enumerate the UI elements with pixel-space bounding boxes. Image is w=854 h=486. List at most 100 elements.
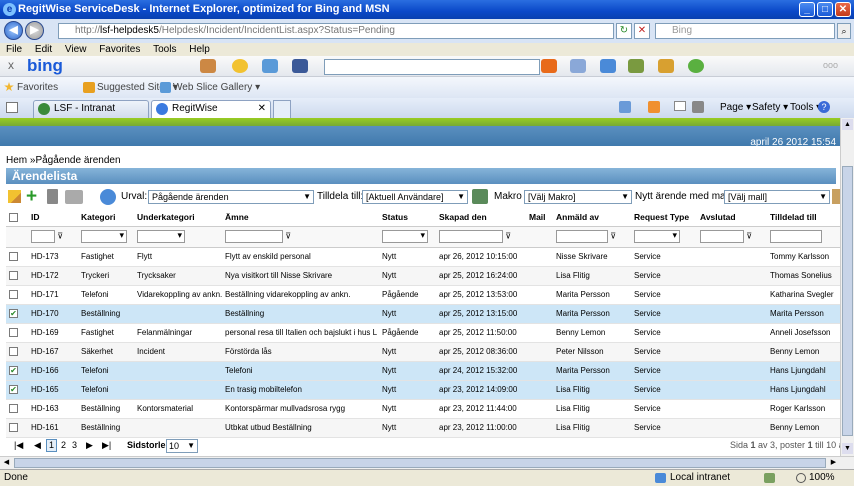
filter-icon[interactable]: ⊽ — [746, 232, 752, 241]
maps-icon[interactable] — [200, 59, 216, 73]
mall-select[interactable]: [Välj mall] ▼ — [724, 190, 830, 204]
facebook-icon[interactable] — [292, 59, 308, 73]
makro-select[interactable]: [Välj Makro] ▼ — [524, 190, 632, 204]
filter-icon[interactable]: ⊽ — [285, 232, 291, 241]
table-row[interactable]: HD-169 Fastighet Felanmälningar personal re… — [6, 323, 840, 343]
filter-request-dropdown[interactable] — [634, 230, 680, 243]
refresh-icon[interactable]: ↻ — [616, 23, 632, 39]
page-1-link[interactable]: 1 — [46, 439, 57, 452]
filter-amne-input[interactable] — [225, 230, 283, 243]
menu-favorites[interactable]: Favorites — [99, 44, 140, 55]
row-checkbox[interactable] — [9, 271, 18, 281]
header-mail[interactable]: Mail — [526, 208, 553, 227]
header-avslutad[interactable]: Avslutad — [697, 208, 767, 227]
table-row[interactable]: HD-173 Fastighet Flytt Flytt av enskild per… — [6, 247, 840, 267]
header-kategori[interactable]: Kategori — [78, 208, 134, 227]
filter-icon[interactable]: ⊽ — [505, 232, 511, 241]
table-row[interactable]: HD-171 Telefoni Vidarekoppling av ankn. Bes… — [6, 285, 840, 305]
print-list-icon[interactable] — [65, 190, 83, 204]
games-icon[interactable] — [628, 59, 644, 73]
table-row[interactable]: HD-172 Tryckeri Trycksaker Nya visitkort ti… — [6, 266, 840, 286]
like-icon[interactable] — [570, 59, 586, 73]
news-icon[interactable] — [658, 59, 674, 73]
filter-icon[interactable]: ⊽ — [610, 232, 616, 241]
filter-skapad-input[interactable] — [439, 230, 503, 243]
page-3-link[interactable]: 3 — [72, 435, 77, 456]
row-checkbox[interactable]: ✔ — [9, 385, 18, 395]
close-tab-icon[interactable]: ✕ — [258, 101, 266, 117]
search-icon[interactable]: ⌕ — [837, 23, 851, 39]
last-page-icon[interactable]: ▶| — [102, 435, 111, 456]
breadcrumb[interactable]: Hem »Pågående ärenden — [6, 155, 121, 166]
first-page-icon[interactable]: |◀ — [14, 435, 23, 456]
table-row[interactable]: ✔ HD-170 Beställning Beställning Nytt apr 25,… — [6, 304, 840, 324]
bing-search-box[interactable] — [324, 59, 540, 75]
header-anmald[interactable]: Anmäld av — [553, 208, 631, 227]
scroll-left-icon[interactable]: ◀ — [1, 457, 12, 468]
header-underkategori[interactable]: Underkategori — [134, 208, 222, 227]
people-icon[interactable] — [688, 59, 704, 73]
page-menu[interactable]: Page ▾ — [720, 102, 751, 113]
address-bar[interactable]: http://lsf-helpdesk5/Helpdesk/Incident/I… — [58, 23, 614, 39]
messenger-icon[interactable] — [600, 59, 616, 73]
quick-tabs-icon[interactable] — [6, 102, 18, 113]
row-checkbox[interactable] — [9, 347, 18, 357]
feeds-icon[interactable] — [648, 101, 660, 113]
add-icon[interactable]: + — [26, 186, 37, 208]
table-row[interactable]: HD-167 Säkerhet Incident Förstörda lås Nytt a… — [6, 342, 840, 362]
back-button[interactable]: ◀ — [4, 21, 23, 40]
select-all-header[interactable] — [6, 208, 28, 227]
page-size-select[interactable]: 10 ▼ — [166, 439, 198, 453]
filter-anmald-input[interactable] — [556, 230, 608, 243]
table-row[interactable]: HD-163 Beställning Kontorsmaterial Kontorsp… — [6, 399, 840, 419]
maximize-button[interactable]: □ — [817, 2, 833, 17]
scroll-down-icon[interactable]: ▼ — [842, 443, 853, 454]
protected-mode-icon[interactable] — [764, 473, 775, 483]
filter-tilldelad-input[interactable] — [770, 230, 822, 243]
row-checkbox[interactable] — [9, 252, 18, 262]
header-status[interactable]: Status — [379, 208, 436, 227]
minimize-button[interactable]: _ — [799, 2, 815, 17]
header-request-type[interactable]: Request Type — [631, 208, 697, 227]
scroll-right-icon[interactable]: ▶ — [828, 457, 839, 468]
home-icon[interactable] — [619, 101, 631, 113]
menu-view[interactable]: View — [65, 44, 87, 55]
urval-select[interactable]: Pågående ärenden ▼ — [148, 190, 314, 204]
header-amne[interactable]: Ämne — [222, 208, 379, 227]
row-checkbox[interactable] — [9, 423, 18, 433]
new-tab-button[interactable] — [273, 100, 291, 118]
filter-id-input[interactable] — [31, 230, 55, 243]
tools-menu[interactable]: Tools ▾ — [790, 102, 821, 113]
weather-icon[interactable] — [232, 59, 248, 73]
menu-file[interactable]: File — [6, 44, 22, 55]
header-skapad[interactable]: Skapad den — [436, 208, 526, 227]
scroll-up-icon[interactable]: ▲ — [842, 119, 853, 130]
tilldela-select[interactable]: [Aktuell Användare] ▼ — [362, 190, 468, 204]
header-id[interactable]: ID — [28, 208, 78, 227]
filter-icon[interactable]: ⊽ — [57, 232, 63, 241]
menu-help[interactable]: Help — [189, 44, 210, 55]
print-icon[interactable] — [692, 101, 704, 113]
filter-kategori-dropdown[interactable] — [81, 230, 127, 243]
mail-icon[interactable] — [674, 101, 686, 111]
row-checkbox[interactable] — [9, 290, 18, 300]
refresh-list-icon[interactable] — [100, 189, 116, 205]
zoom-icon[interactable] — [796, 473, 806, 483]
row-checkbox[interactable]: ✔ — [9, 309, 18, 319]
close-window-button[interactable]: ✕ — [835, 2, 851, 17]
header-tilldelad[interactable]: Tilldelad till — [767, 208, 840, 227]
page-2-link[interactable]: 2 — [61, 435, 66, 456]
row-checkbox[interactable]: ✔ — [9, 366, 18, 376]
forward-button[interactable]: ▶ — [25, 21, 44, 40]
zoom-level[interactable]: 100% — [809, 470, 835, 486]
table-row[interactable]: ✔ HD-165 Telefoni En trasig mobiltelefon Nyt… — [6, 380, 840, 400]
table-row[interactable]: ✔ HD-166 Telefoni Telefoni Nytt apr 24, 2012 … — [6, 361, 840, 381]
template-icon[interactable] — [832, 189, 840, 204]
filter-underkategori-dropdown[interactable] — [137, 230, 185, 243]
horizontal-scrollbar[interactable]: ◀ ▶ — [0, 456, 854, 469]
favorites-button[interactable]: Favorites — [17, 77, 58, 98]
safety-menu[interactable]: Safety ▾ — [752, 102, 788, 113]
scroll-thumb[interactable] — [842, 166, 853, 436]
vertical-scrollbar[interactable]: ▲ ▼ — [840, 118, 854, 456]
search-input[interactable]: Bing — [655, 23, 835, 39]
